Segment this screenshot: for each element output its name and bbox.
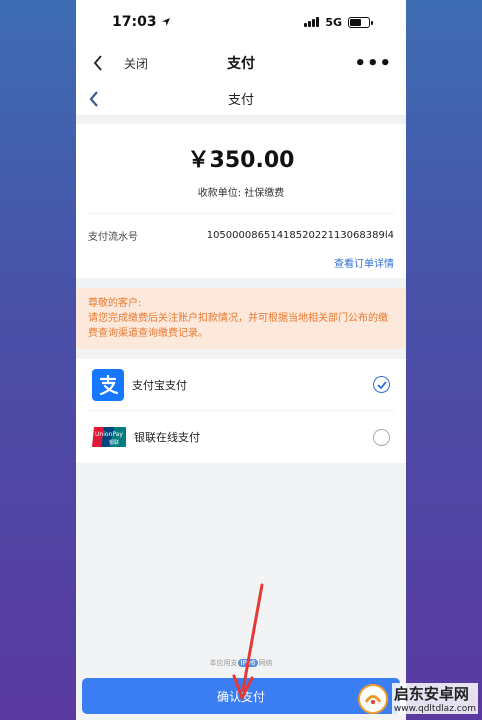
- location-arrow-icon: [161, 18, 170, 26]
- payment-summary: ￥350.00 收款单位: 社保缴费 支付流水号 105000086514185…: [76, 124, 406, 278]
- serial-label: 支付流水号: [88, 232, 138, 243]
- radio-unselected[interactable]: [373, 428, 390, 446]
- time-text: 17:03: [112, 14, 157, 30]
- alipay-icon: [92, 368, 124, 401]
- chevron-left-icon: [93, 55, 102, 71]
- method-label: 银联在线支付: [134, 431, 200, 444]
- svg-text:UnionPay: UnionPay: [95, 431, 123, 438]
- payee-label: 收款单位: 社保缴费: [197, 188, 285, 199]
- footer-prefix: 本应用支: [209, 659, 238, 667]
- battery-icon: [348, 16, 373, 28]
- confirm-pay-button[interactable]: 确认支付: [82, 678, 400, 714]
- serial-row: 支付流水号 1050000865141852022113068389l4: [88, 214, 394, 243]
- method-unionpay[interactable]: UnionPay 银联 银联在线支付: [88, 411, 394, 463]
- order-details-link[interactable]: 查看订单详情: [88, 255, 394, 270]
- method-label: 支付宝支付: [132, 378, 187, 392]
- close-button[interactable]: 关闭: [124, 55, 148, 72]
- svg-text:银联: 银联: [109, 439, 119, 446]
- payment-amount: ￥350.00: [187, 148, 295, 173]
- status-indicators: 5G: [304, 15, 373, 29]
- radio-selected[interactable]: [373, 376, 390, 393]
- sub-nav: 支付: [76, 82, 406, 116]
- top-nav: 关闭 支付 •••: [76, 44, 406, 82]
- method-alipay[interactable]: 支付宝支付: [88, 359, 394, 411]
- status-bar: 17:03 5G: [76, 0, 406, 44]
- watermark-title: 启东安卓网: [391, 683, 478, 704]
- footer-suffix: 网络: [258, 659, 273, 667]
- sub-page-title: 支付: [227, 93, 254, 108]
- notice-box: 尊敬的客户: 请您完成缴费后关注账户扣款情况，并可根据当地相关部门公布的缴费查询…: [76, 288, 406, 349]
- watermark-url: www.qdltdlaz.com: [391, 704, 478, 714]
- sub-back-button[interactable]: [86, 90, 102, 107]
- chevron-left-icon: [89, 90, 98, 107]
- more-button[interactable]: •••: [354, 53, 392, 74]
- footer-note: 本应用支 IPv6 网络: [76, 658, 406, 668]
- status-time: 17:03: [112, 14, 171, 30]
- check-icon: [376, 380, 387, 389]
- back-button[interactable]: [90, 55, 106, 71]
- watermark: 启东安卓网 www.qdltdlaz.com: [357, 683, 478, 714]
- ipv6-badge: IPv6: [237, 659, 259, 667]
- phone-screen: 17:03 5G 关闭 支付 ••• 支付 ￥350.00 收款单位: 社保缴费…: [76, 0, 406, 720]
- network-label: 5G: [325, 15, 342, 29]
- serial-value: 1050000865141852022113068389l4: [206, 230, 394, 241]
- payment-methods: 支付宝支付 UnionPay 银联 银联在线支付: [76, 359, 406, 463]
- unionpay-icon: UnionPay 银联: [92, 426, 126, 448]
- watermark-logo-icon: [357, 683, 388, 714]
- notice-greeting: 尊敬的客户:: [88, 298, 142, 309]
- notice-body: 请您完成缴费后关注账户扣款情况，并可根据当地相关部门公布的缴费查询渠道查询缴费记…: [88, 313, 388, 339]
- signal-icon: [304, 17, 320, 27]
